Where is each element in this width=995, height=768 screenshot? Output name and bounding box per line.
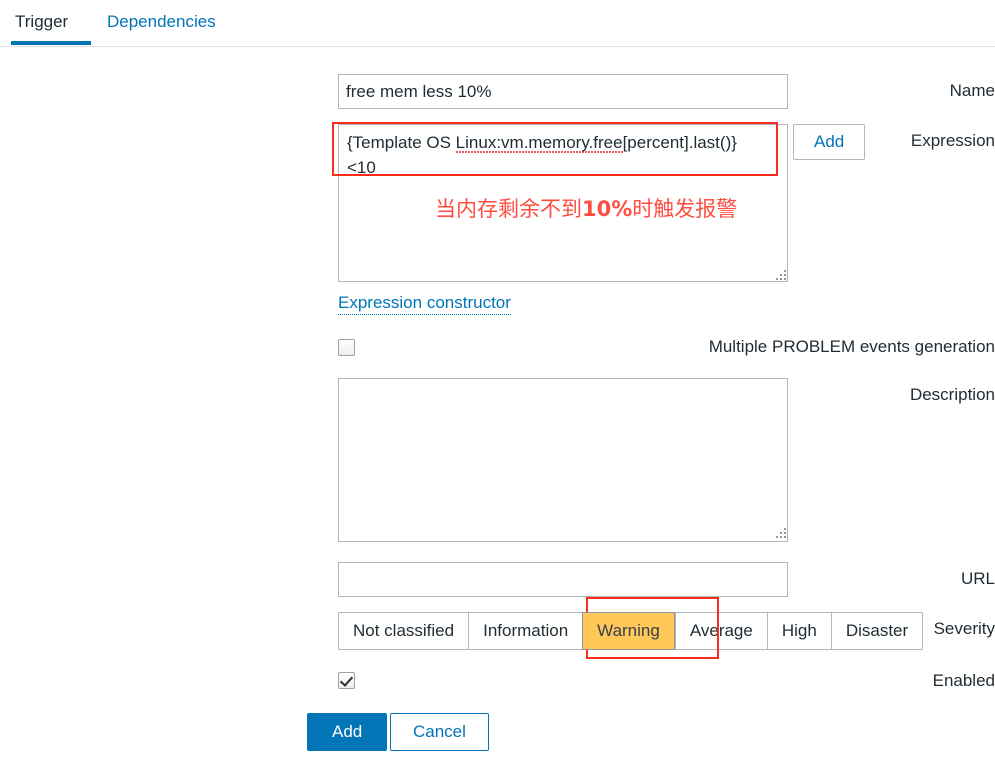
expression-add-button[interactable]: Add [793,124,866,160]
trigger-configuration-form: Trigger Dependencies Name Expression {Te… [0,0,995,768]
enabled-label: Enabled [932,671,995,690]
expression-text-suffix: [percent].last()} [622,133,737,152]
name-input[interactable] [338,74,788,109]
tab-bar-divider [0,46,995,47]
expression-text-line2: <10 [347,158,376,177]
expression-constructor-link[interactable]: Expression constructor [338,292,511,315]
severity-option-warning[interactable]: Warning [582,612,675,650]
active-tab-indicator [11,41,91,45]
severity-option-average[interactable]: Average [674,612,767,650]
description-textarea[interactable] [338,378,788,542]
severity-option-disaster[interactable]: Disaster [830,612,924,650]
expression-text-prefix: {Template OS [347,133,456,152]
expression-text-spellchecked: Linux:vm.memory.free [455,133,623,154]
severity-segmented-control[interactable]: Not classified Information Warning Average H… [338,612,924,650]
multiple-problem-label: Multiple PROBLEM events generation [708,337,995,356]
submit-add-button[interactable]: Add [307,713,388,751]
severity-option-high[interactable]: High [766,612,831,650]
tab-trigger[interactable]: Trigger [15,11,68,33]
tab-dependencies[interactable]: Dependencies [107,11,216,33]
multiple-problem-checkbox[interactable] [338,339,355,356]
cancel-button[interactable]: Cancel [390,713,489,751]
url-input[interactable] [338,562,788,597]
severity-option-information[interactable]: Information [468,612,583,650]
enabled-checkbox[interactable] [338,672,355,689]
expression-annotation-text: 当内存剩余不到10%时触发报警 [435,197,738,221]
tab-bar: Trigger Dependencies [0,0,995,47]
severity-option-not-classified[interactable]: Not classified [338,612,469,650]
